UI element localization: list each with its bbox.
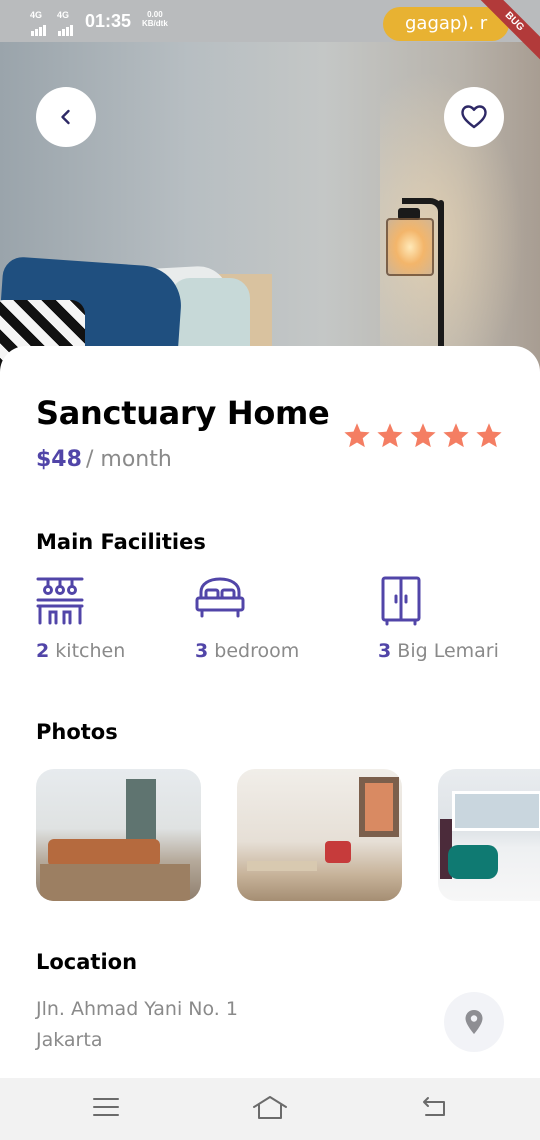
favorite-button[interactable] — [444, 87, 504, 147]
property-price: $48 — [36, 447, 82, 472]
network-speed: 0.00 KB/dtk — [142, 10, 168, 28]
wardrobe-icon — [381, 576, 421, 626]
photo-pillow — [448, 845, 498, 879]
location-heading: Location — [36, 950, 138, 974]
open-map-button[interactable] — [444, 992, 504, 1052]
home-icon — [253, 1096, 287, 1119]
floor-lamp-shade — [386, 218, 434, 276]
nav-menu-button[interactable] — [92, 1094, 120, 1124]
star-icon — [476, 423, 502, 448]
photo-table — [247, 861, 317, 871]
bedroom-photo[interactable] — [438, 769, 540, 901]
photo-floor — [40, 864, 190, 901]
facilities-heading: Main Facilities — [36, 530, 206, 554]
star-icon — [377, 423, 403, 448]
heart-outline-icon — [461, 105, 487, 129]
photo-sofa — [48, 839, 160, 867]
kitchen-icon — [36, 577, 84, 625]
photo-window-view — [365, 783, 393, 831]
status-pill[interactable]: gagap). r — [383, 7, 509, 41]
status-bar: 4G 4G 01:35 0.00 KB/dtk gagap). r — [0, 0, 540, 42]
address-line-1: Jln. Ahmad Yani No. 1 — [36, 998, 238, 1020]
facility-kitchen: 2 kitchen — [36, 576, 125, 662]
facility-bedroom: 3 bedroom — [195, 576, 299, 662]
speed-value: 0.00 — [147, 10, 163, 19]
facility-label: 3 Big Lemari — [378, 640, 499, 662]
star-icon — [443, 423, 469, 448]
nav-back-button[interactable] — [420, 1094, 448, 1124]
address: Jln. Ahmad Yani No. 1 Jakarta — [36, 994, 238, 1056]
facility-label: 2 kitchen — [36, 640, 126, 662]
property-title: Sanctuary Home — [36, 394, 330, 432]
price-unit: / month — [86, 447, 172, 472]
rating-stars — [343, 422, 503, 449]
signal-bars-icon — [31, 18, 47, 36]
back-button[interactable] — [36, 87, 96, 147]
photo-gallery[interactable] — [36, 769, 540, 901]
facility-wardrobe: 3 Big Lemari — [378, 576, 499, 662]
detail-card: Sanctuary Home $48 / month Main Faciliti… — [0, 346, 540, 1078]
photo-chair — [325, 841, 351, 863]
speed-unit: KB/dtk — [142, 19, 168, 28]
address-line-2: Jakarta — [36, 1029, 103, 1051]
bedroom-icon — [195, 577, 245, 618]
map-pin-icon — [465, 1010, 483, 1034]
nav-home-button[interactable] — [252, 1094, 288, 1126]
star-icon — [344, 423, 370, 448]
photos-heading: Photos — [36, 720, 118, 744]
photo-window — [452, 791, 540, 831]
signal-bars-icon — [58, 18, 74, 36]
clock: 01:35 — [85, 11, 132, 31]
star-icon — [410, 423, 436, 448]
dining-room-photo[interactable] — [237, 769, 402, 901]
menu-icon — [93, 1098, 119, 1116]
facility-label: 3 bedroom — [195, 640, 300, 662]
living-room-photo[interactable] — [36, 769, 201, 901]
back-icon — [423, 1097, 445, 1116]
chevron-left-icon — [61, 109, 70, 125]
system-nav-bar — [0, 1078, 540, 1140]
